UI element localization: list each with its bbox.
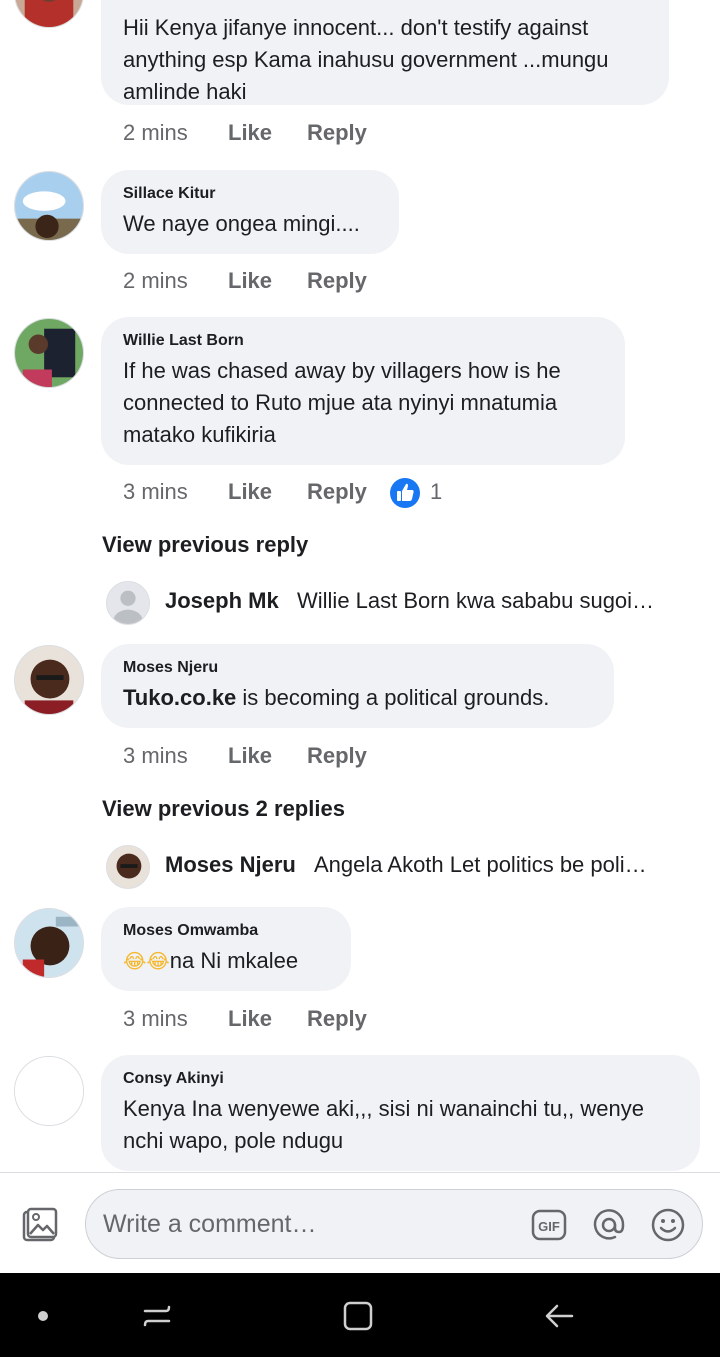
comment-bubble: Hii Kenya jifanye innocent... don't test… xyxy=(101,0,669,105)
commenter-avatar[interactable] xyxy=(14,645,84,715)
comment-author[interactable]: Sillace Kitur xyxy=(123,184,377,204)
laughing-emoji: 😂😂 xyxy=(123,949,170,973)
comments-list: Hii Kenya jifanye innocent... don't test… xyxy=(0,0,720,1172)
like-button[interactable]: Like xyxy=(228,477,272,507)
reply-button[interactable]: Reply xyxy=(307,266,367,296)
reply-button[interactable]: Reply xyxy=(307,1004,367,1034)
comment-text: Tuko.co.ke is becoming a political groun… xyxy=(123,682,592,714)
dot-icon[interactable] xyxy=(26,1299,60,1333)
reply-button[interactable]: Reply xyxy=(307,477,367,507)
comment-time: 3 mins xyxy=(123,743,188,768)
commenter-avatar[interactable] xyxy=(14,0,84,28)
comment-bubble: Moses Omwamba 😂😂na Ni mkalee xyxy=(101,907,351,991)
view-previous-replies-link[interactable]: View previous reply xyxy=(102,530,308,560)
reply-avatar xyxy=(106,581,150,625)
comment-bubble: Consy Akinyi Kenya Ina wenyewe aki,,, si… xyxy=(101,1055,700,1171)
like-reaction-icon[interactable] xyxy=(389,477,421,509)
comment-author[interactable]: Moses Omwamba xyxy=(123,921,329,941)
gif-label: GIF xyxy=(538,1219,560,1234)
comment-text-body: is becoming a political grounds. xyxy=(236,685,550,710)
like-button[interactable]: Like xyxy=(228,266,272,296)
comment-input[interactable] xyxy=(103,1204,523,1244)
commenter-avatar[interactable] xyxy=(14,1056,84,1126)
comment-text: We naye ongea mingi.... xyxy=(123,211,360,236)
comment-text-body: na Ni mkalee xyxy=(169,948,299,973)
commenter-avatar[interactable] xyxy=(14,908,84,978)
comment-text: 😂😂na Ni mkalee xyxy=(123,945,329,977)
reaction-count[interactable]: 1 xyxy=(430,477,442,507)
comment-time: 3 mins xyxy=(123,1006,188,1031)
reply-button[interactable]: Reply xyxy=(307,118,367,148)
comment-time: 2 mins xyxy=(123,120,188,145)
like-button[interactable]: Like xyxy=(228,118,272,148)
comment-time: 2 mins xyxy=(123,268,188,293)
photo-icon[interactable] xyxy=(20,1205,60,1245)
reply-avatar xyxy=(106,845,150,889)
page-mention-link[interactable]: Tuko.co.ke xyxy=(123,685,236,710)
comment-author[interactable]: Consy Akinyi xyxy=(123,1069,678,1089)
comment-bubble: Willie Last Born If he was chased away b… xyxy=(101,317,625,465)
comment-text: Kenya Ina wenyewe aki,,, sisi ni wanainc… xyxy=(123,1096,644,1153)
reply-button[interactable]: Reply xyxy=(307,741,367,771)
emoji-icon[interactable] xyxy=(650,1207,686,1243)
commenter-avatar[interactable] xyxy=(14,318,84,388)
reply-author[interactable]: Joseph Mk xyxy=(165,588,279,614)
reply-preview[interactable]: Joseph Mk Willie Last Born kwa sababu su… xyxy=(106,581,706,627)
reply-text: Angela Akoth Let politics be poli… xyxy=(314,852,647,877)
reply-author[interactable]: Moses Njeru xyxy=(165,852,296,878)
reply-text: Willie Last Born kwa sababu sugoi… xyxy=(297,588,655,613)
like-button[interactable]: Like xyxy=(228,741,272,771)
home-icon[interactable] xyxy=(341,1299,375,1333)
comment-author[interactable]: Willie Last Born xyxy=(123,331,603,351)
comment-input-wrapper[interactable]: GIF xyxy=(85,1189,703,1259)
back-icon[interactable] xyxy=(542,1299,576,1333)
view-previous-replies-link[interactable]: View previous 2 replies xyxy=(102,794,345,824)
mention-icon[interactable] xyxy=(591,1207,627,1243)
gif-icon[interactable]: GIF xyxy=(531,1207,567,1243)
comment-time: 3 mins xyxy=(123,479,188,504)
like-button[interactable]: Like xyxy=(228,1004,272,1034)
recents-icon[interactable] xyxy=(140,1299,174,1333)
comment-bubble: Sillace Kitur We naye ongea mingi.... xyxy=(101,170,399,254)
comment-composer: GIF xyxy=(0,1172,720,1272)
system-nav-bar xyxy=(0,1273,720,1357)
reply-preview[interactable]: Moses Njeru Angela Akoth Let politics be… xyxy=(106,845,706,891)
commenter-avatar[interactable] xyxy=(14,171,84,241)
comment-text: Hii Kenya jifanye innocent... don't test… xyxy=(123,15,609,104)
comment-bubble: Moses Njeru Tuko.co.ke is becoming a pol… xyxy=(101,644,614,728)
comment-text: If he was chased away by villagers how i… xyxy=(123,358,561,447)
comment-author[interactable]: Moses Njeru xyxy=(123,658,592,678)
